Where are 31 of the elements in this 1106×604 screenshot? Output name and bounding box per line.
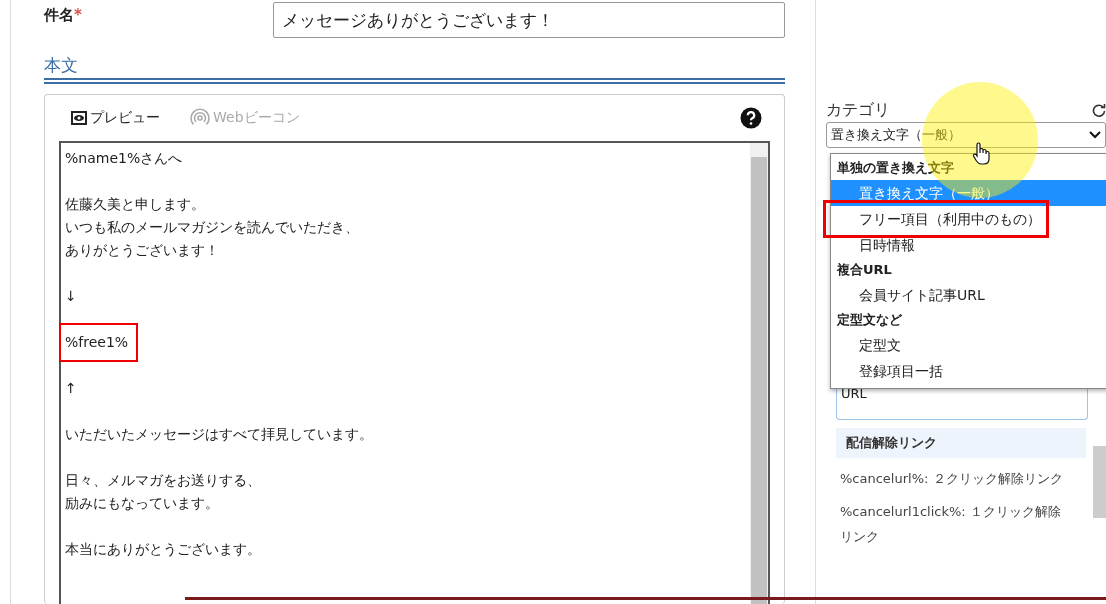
body-line: ↓ xyxy=(65,287,78,306)
eye-icon xyxy=(71,111,87,125)
subject-label: 件名* xyxy=(44,5,83,25)
body-line: 佐藤久美と申します。 xyxy=(65,195,206,214)
option-group-label: 定型文など xyxy=(836,311,903,329)
body-line: いただいたメッセージはすべて拝見しています。 xyxy=(65,425,374,444)
category-label: カテゴリ xyxy=(826,99,890,121)
body-line: 本当にありがとうございます。 xyxy=(65,540,262,559)
preview-button[interactable]: プレビュー xyxy=(71,109,160,127)
refresh-icon[interactable] xyxy=(1092,103,1106,117)
body-line: ↑ xyxy=(65,379,78,398)
variable-item[interactable]: %cancelurl1click%: １クリック解除リンク xyxy=(840,499,1066,549)
body-line: %name1%さんへ xyxy=(65,149,184,168)
scrollbar[interactable] xyxy=(750,143,768,604)
variable-item[interactable]: %cancelurl%: ２クリック解除リンク xyxy=(840,466,1066,491)
subject-field[interactable]: メッセージありがとうございます！ xyxy=(273,2,785,38)
dropdown-option[interactable]: 定型文 xyxy=(831,332,1106,358)
caret-icon xyxy=(1089,131,1101,139)
section-heading: 本文 xyxy=(44,54,79,77)
body-line: %free1% xyxy=(65,333,129,352)
body-line: 日々、メルマガをお送りする、 xyxy=(65,471,262,490)
option-group-label: 単独の置き換え文字 xyxy=(836,159,955,177)
body-line: 励みにもなっています。 xyxy=(65,494,220,513)
option-group-label: 複合URL xyxy=(836,261,893,279)
dropdown-option[interactable]: 登録項目一括 xyxy=(831,358,1106,384)
dropdown-option[interactable]: 会員サイト記事URL xyxy=(831,282,1106,308)
section-header: 配信解除リンク xyxy=(836,428,1086,458)
body-line: ありがとうございます！ xyxy=(65,241,220,260)
help-icon[interactable] xyxy=(740,107,762,129)
body-line: いつも私のメールマガジンを読んでいただき、 xyxy=(65,218,360,237)
scrollbar[interactable] xyxy=(1093,446,1106,518)
